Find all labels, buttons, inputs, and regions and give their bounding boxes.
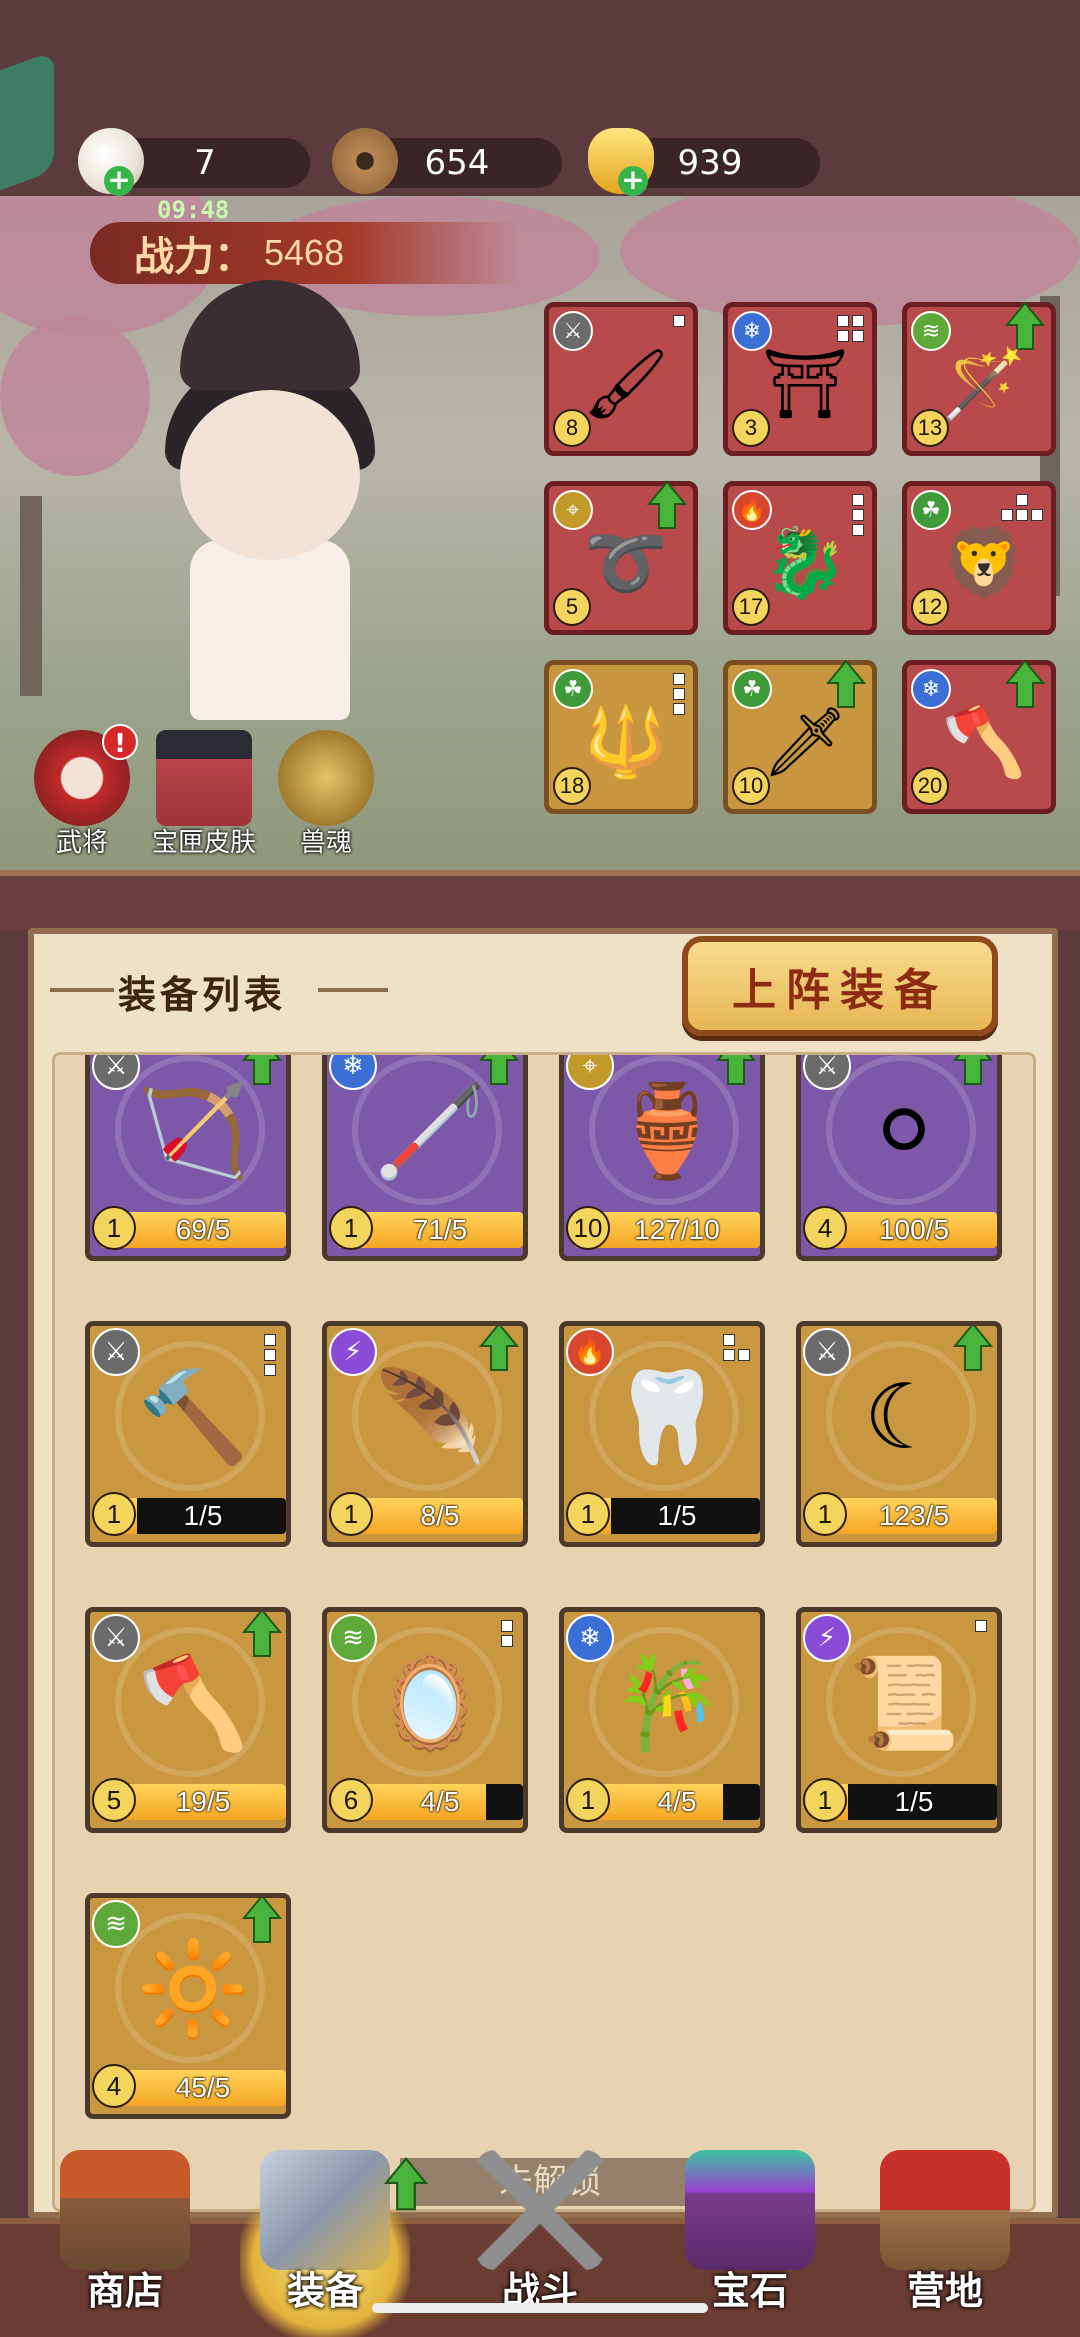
equipped-slot[interactable]: ☘ 🦁 12 [902, 481, 1056, 635]
title-ornament [318, 988, 388, 992]
equipment-card[interactable]: ❄ 🦯 1 71/5 [322, 1055, 528, 1261]
equipped-slot[interactable]: ⚔ 🖌 8 [544, 302, 698, 456]
treasure-skin-button[interactable]: 宝匣皮肤 [144, 730, 264, 859]
curved-blade-icon: 🗡 [761, 703, 849, 782]
equipment-card[interactable]: ⚡ 📜 1 1/5 [796, 1607, 1002, 1833]
card-level: 4 [803, 1206, 847, 1250]
hand-mirror-icon: 🪞 [373, 1650, 487, 1756]
nav-shop[interactable]: 商店 [40, 2150, 210, 2337]
card-level: 1 [92, 1206, 136, 1250]
power-value: 5468 [264, 232, 345, 273]
deploy-equipment-button[interactable]: 上阵装备 [682, 936, 998, 1036]
beast-soul-button[interactable]: 兽魂 [266, 730, 386, 859]
equipment-card[interactable]: ≋ 🪞 6 4/5 [322, 1607, 528, 1833]
equipped-slot[interactable]: ≋ 🪄 13 [902, 301, 1056, 456]
card-level: 10 [566, 1206, 610, 1250]
equipped-slot[interactable]: 🔥 🐉 17 [723, 481, 877, 635]
equipment-card[interactable]: ⌖ 🏺 10 127/10 [559, 1055, 765, 1261]
bronze-mirror-icon: 🔆 [136, 1936, 250, 2042]
card-level: 5 [92, 1778, 136, 1822]
lion-seal-icon: 🦁 [941, 524, 1027, 603]
fang-icon: 🦷 [610, 1364, 724, 1470]
equipment-card[interactable]: ⚔ 🪓 5 19/5 [85, 1607, 291, 1833]
equipment-icon [260, 2150, 390, 2270]
equipment-list[interactable]: ⚔ 🏹 1 69/5 ❄ 🦯 1 71/5 ⌖ 🏺 10 127/10 ⚔ ⚪ … [52, 1052, 1036, 2212]
equipment-card[interactable]: ≋ 🔆 4 45/5 [85, 1893, 291, 2119]
jade-dragon-icon: 🐉 [762, 524, 848, 603]
status-time: 09:48 [157, 196, 230, 224]
equipment-card[interactable]: ⚔ ⚪ 4 100/5 [796, 1055, 1002, 1261]
beast-soul-icon [278, 730, 374, 826]
panel-title: 装备列表 [118, 972, 287, 1017]
equipment-card[interactable]: ⚡ 🪶 1 8/5 [322, 1321, 528, 1547]
slot-level: 20 [911, 767, 949, 805]
gourd-icon: 🏺 [610, 1078, 724, 1184]
equipment-card[interactable]: ❄ 🎋 1 4/5 [559, 1607, 765, 1833]
crook-staff-icon: 🦯 [373, 1078, 487, 1184]
game-screen: { "resources": { "peach": {"icon": "peac… [0, 0, 1080, 2337]
card-level: 1 [329, 1206, 373, 1250]
alert-badge: ! [102, 724, 138, 760]
slot-level: 3 [732, 409, 770, 447]
tree-trunk [20, 496, 42, 696]
bow-icon: 🏹 [136, 1078, 250, 1184]
equipment-card[interactable]: 🔥 🦷 1 1/5 [559, 1321, 765, 1547]
card-level: 1 [566, 1778, 610, 1822]
gem-chest-icon [685, 2150, 815, 2270]
title-ornament [50, 988, 114, 992]
feather-brush-icon: 🪶 [373, 1364, 487, 1470]
add-peach-button[interactable]: + [104, 166, 134, 196]
card-level: 4 [92, 2064, 136, 2108]
slot-level: 17 [732, 588, 770, 626]
copper-coin-icon [332, 128, 398, 194]
card-level: 1 [329, 1492, 373, 1536]
slot-level: 10 [732, 767, 770, 805]
equipped-slot[interactable]: ⌖ ➰ 5 [544, 480, 698, 635]
golden-axe-icon: 🪓 [941, 703, 1027, 782]
power-label: 战力： [134, 233, 254, 280]
nav-camp[interactable]: 营地 [860, 2150, 1030, 2337]
home-indicator[interactable] [372, 2303, 708, 2313]
bronze-cauldron-icon: ⛩ [761, 345, 849, 424]
camp-flag-icon [880, 2150, 1010, 2270]
slot-level: 18 [553, 767, 591, 805]
card-level: 1 [566, 1492, 610, 1536]
sickle-icon: ☾ [863, 1364, 945, 1470]
combat-power: 战力： 5468 [90, 222, 520, 284]
card-level: 1 [803, 1778, 847, 1822]
equipment-card[interactable]: ⚔ 🏹 1 69/5 [85, 1055, 291, 1261]
card-level: 6 [329, 1778, 373, 1822]
equipped-slot[interactable]: ❄ ⛩ 3 [723, 302, 877, 456]
shop-icon [60, 2150, 190, 2270]
axe-icon: 🪓 [136, 1650, 250, 1756]
leather-belt-icon: ➰ [583, 524, 669, 603]
equipment-card[interactable]: ⚔ ☾ 1 123/5 [796, 1321, 1002, 1547]
add-ingot-button[interactable]: + [618, 166, 648, 196]
slot-level: 8 [553, 409, 591, 447]
flute-icon: 🎋 [610, 1650, 724, 1756]
slot-level: 12 [911, 588, 949, 626]
card-level: 1 [803, 1492, 847, 1536]
hero-character[interactable] [150, 280, 390, 730]
card-level: 1 [92, 1492, 136, 1536]
brush-torch-icon: 🖌 [582, 345, 670, 424]
crossed-swords-icon [475, 2150, 605, 2270]
scroll-icon: 📜 [847, 1650, 961, 1756]
equipped-slot[interactable]: ❄ 🪓 20 [902, 659, 1056, 814]
treasure-gate-icon [156, 730, 252, 826]
upgrade-arrow-icon [383, 2156, 429, 2212]
equipped-slot[interactable]: ☘ 🗡 10 [723, 659, 877, 814]
scene-frame [0, 870, 1080, 930]
jade-scepter-icon: 🪄 [941, 345, 1027, 424]
equipped-slot[interactable]: ☘ 🔱 18 [544, 660, 698, 814]
stone-hammer-icon: 🔨 [136, 1364, 250, 1470]
long-spear-icon: 🔱 [583, 703, 669, 782]
equipment-card[interactable]: ⚔ 🔨 1 1/5 [85, 1321, 291, 1547]
slot-level: 13 [911, 409, 949, 447]
pearl-icon: ⚪ [866, 1078, 942, 1184]
slot-level: 5 [553, 588, 591, 626]
blossom-cluster [0, 316, 150, 476]
